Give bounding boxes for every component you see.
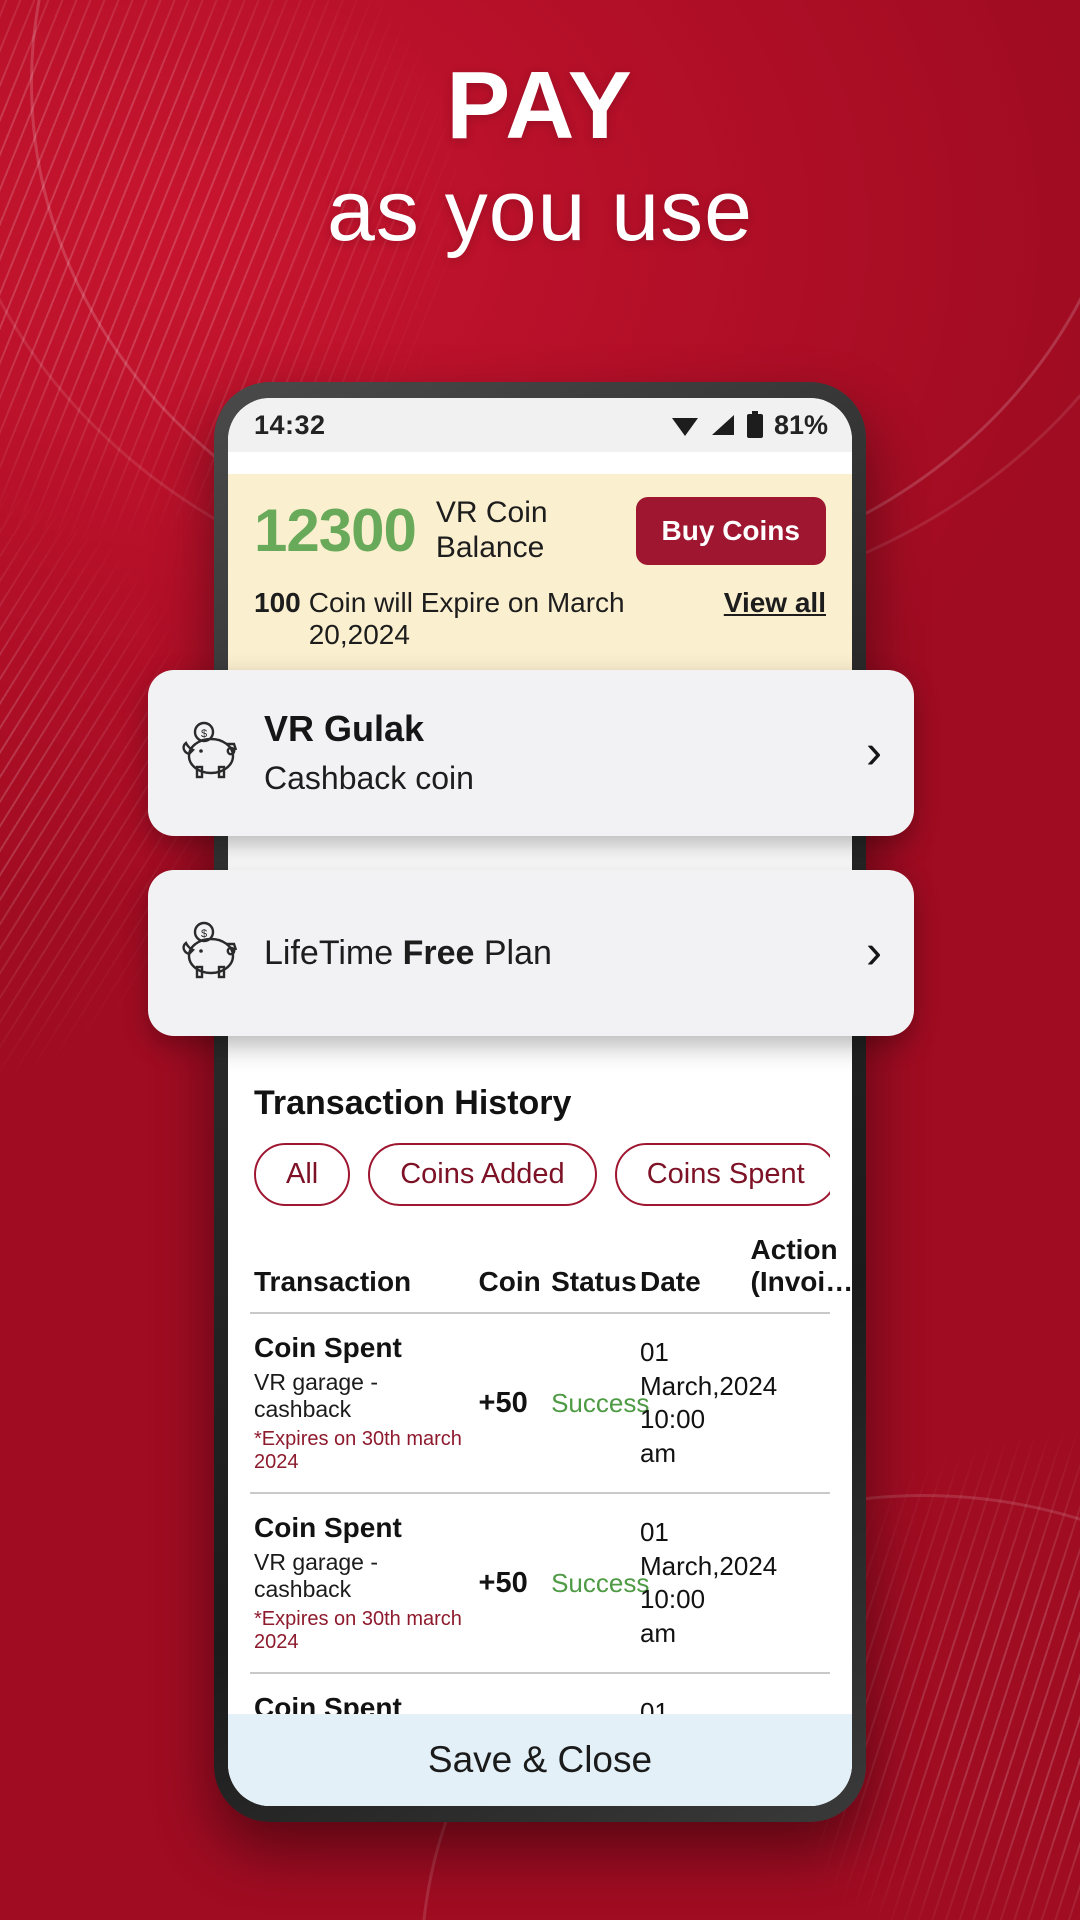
cell-date: 01 March,2024 10:00 am <box>635 1313 778 1495</box>
column-header-status: Status <box>547 1228 637 1315</box>
filter-chip-all[interactable]: All <box>254 1143 351 1206</box>
vr-gulak-subtitle: Cashback coin <box>264 760 474 797</box>
transaction-history-section: Transaction History All Coins Added Coin… <box>228 1070 852 1806</box>
transaction-date: 01 March,2024 <box>639 1336 778 1401</box>
transaction-expiry: *Expires on 30th march 2024 <box>254 1608 462 1654</box>
promo-screenshot: PAY as you use 14:32 81% 12300 VR Coin B… <box>0 0 1080 1920</box>
transaction-history-title: Transaction History <box>254 1084 572 1122</box>
transaction-title: Coin Spent <box>254 1332 402 1364</box>
cell-coin: +50 <box>474 1493 548 1675</box>
transaction-time: 10:00 am <box>639 1584 706 1649</box>
wifi-icon <box>671 418 698 436</box>
table-row[interactable]: Coin Spent VR garage - cashback *Expires… <box>250 1493 830 1675</box>
status-bar-icons: 81% <box>670 410 828 441</box>
lifetime-plan-prefix: LifeTime <box>264 933 403 972</box>
cell-transaction: Coin Spent VR garage - cashback *Expires… <box>250 1313 475 1495</box>
cell-transaction: Coin Spent VR garage - cashback *Expires… <box>250 1493 475 1675</box>
cell-date: 01 March,2024 10:00 am <box>635 1493 778 1675</box>
coin-expiry-amount: 100 <box>254 587 301 618</box>
cell-action[interactable] <box>746 1493 830 1675</box>
transaction-filter-chips: All Coins Added Coins Spent Coins Refund… <box>250 1143 830 1206</box>
table-row[interactable]: Coin Spent VR garage - cashback *Expires… <box>250 1313 830 1495</box>
phone-frame: 14:32 81% 12300 VR Coin Balance Buy Coin… <box>148 382 914 1822</box>
column-header-date: Date <box>635 1228 747 1315</box>
transaction-date: 01 March,2024 <box>639 1516 778 1581</box>
lifetime-free-plan-card[interactable]: $ LifeTime Free Plan › <box>148 870 914 1036</box>
transaction-expiry: *Expires on 30th march 2024 <box>254 1428 462 1474</box>
coin-balance-label: VR Coin Balance <box>435 496 548 564</box>
piggy-bank-icon: $ <box>178 720 248 787</box>
column-header-coin: Coin <box>474 1228 548 1315</box>
cell-status: Success <box>547 1493 650 1675</box>
cell-action[interactable] <box>746 1313 830 1495</box>
transaction-time: 10:00 am <box>639 1404 706 1469</box>
coin-expiry-text: Coin will Expire on March 20,2024 <box>308 587 625 650</box>
chevron-right-icon[interactable]: › <box>866 929 888 977</box>
transaction-table-header-row: Transaction Coin Status Date Action (Inv… <box>250 1228 852 1315</box>
filter-chip-coins-added[interactable]: Coins Added <box>368 1143 597 1206</box>
cell-coin: +50 <box>474 1313 548 1495</box>
lifetime-plan-title: LifeTime Free Plan <box>264 934 866 973</box>
buy-coins-button[interactable]: Buy Coins <box>635 496 826 565</box>
coin-balance-amount: 12300 <box>254 496 417 564</box>
lifetime-plan-suffix: Plan <box>474 933 552 972</box>
coin-expiry-notice: 100 Coin will Expire on March 20,2024 Vi… <box>254 587 826 651</box>
vr-gulak-title: VR Gulak <box>264 707 425 749</box>
lifetime-plan-bold: Free <box>402 933 475 972</box>
battery-icon <box>746 411 763 438</box>
battery-percent-label: 81% <box>773 409 828 440</box>
filter-chip-coins-spent[interactable]: Coins Spent <box>614 1143 830 1206</box>
cell-status: Success <box>547 1313 650 1495</box>
svg-text:$: $ <box>201 728 207 740</box>
view-all-link[interactable]: View all <box>724 587 826 619</box>
signal-icon <box>711 415 734 435</box>
save-and-close-bar[interactable]: Save & Close <box>228 1714 852 1806</box>
coin-balance-panel: 12300 VR Coin Balance Buy Coins 100 Coin… <box>228 474 852 671</box>
transaction-subtitle: VR garage - cashback <box>254 1369 379 1423</box>
transaction-coin: +50 <box>478 1566 528 1599</box>
svg-text:$: $ <box>201 928 207 940</box>
status-bar-spacer <box>228 452 852 474</box>
coin-balance-row: 12300 VR Coin Balance Buy Coins <box>254 496 826 565</box>
transaction-subtitle: VR garage - cashback <box>254 1549 379 1603</box>
vr-gulak-card-text: VR Gulak Cashback coin <box>264 709 866 798</box>
lifetime-plan-card-text: LifeTime Free Plan <box>264 934 866 973</box>
promo-headline: PAY as you use <box>0 52 1080 259</box>
status-badge: Success <box>551 1387 650 1418</box>
promo-headline-line2: as you use <box>327 163 753 259</box>
column-header-transaction: Transaction <box>250 1228 475 1315</box>
transaction-coin: +50 <box>478 1386 528 1419</box>
status-bar: 14:32 81% <box>228 398 852 452</box>
save-and-close-label: Save & Close <box>427 1739 653 1780</box>
status-bar-clock: 14:32 <box>254 409 326 440</box>
transaction-title: Coin Spent <box>254 1512 402 1544</box>
chevron-right-icon[interactable]: › <box>866 729 888 777</box>
status-badge: Success <box>551 1567 650 1598</box>
column-header-action: Action (Invoi… <box>746 1228 852 1315</box>
vr-gulak-card[interactable]: $ VR Gulak Cashback coin › <box>148 670 914 836</box>
piggy-bank-icon: $ <box>178 920 248 987</box>
phone-screen: 14:32 81% 12300 VR Coin Balance Buy Coin… <box>228 398 852 1806</box>
transaction-table-head: Transaction Coin Status Date Action (Inv… <box>250 1228 852 1315</box>
promo-headline-line1: PAY <box>446 52 634 159</box>
